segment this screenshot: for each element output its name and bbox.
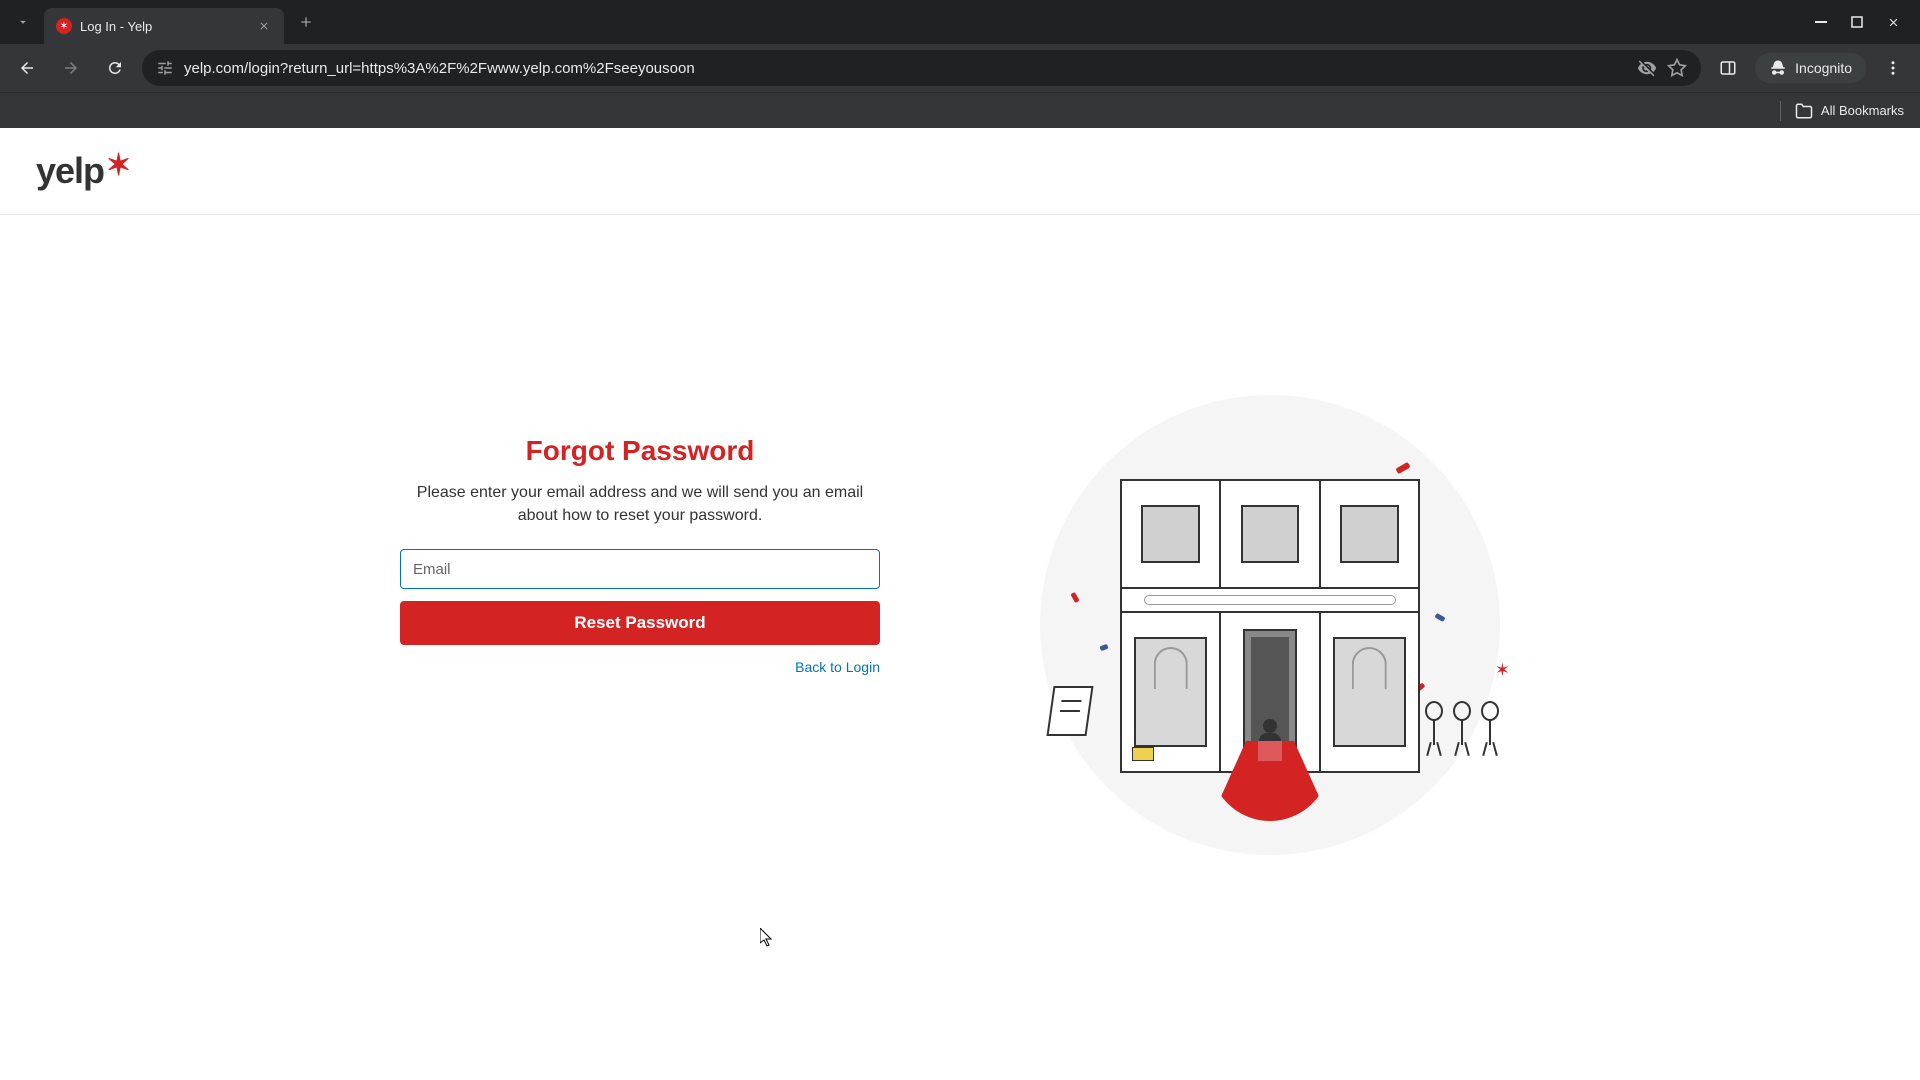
sandwich-board-sign [1050, 686, 1105, 751]
close-icon [258, 20, 270, 32]
dots-vertical-icon [1884, 59, 1902, 77]
back-to-login-link[interactable]: Back to Login [400, 659, 880, 675]
window-controls [1815, 16, 1912, 29]
awning [1120, 587, 1420, 613]
maximize-icon [1851, 16, 1863, 28]
confetti-icon [1434, 613, 1445, 622]
confetti-icon [1395, 462, 1410, 474]
arrow-right-icon [62, 59, 80, 77]
tracking-protection-button[interactable] [1637, 58, 1657, 78]
bookmarks-bar: All Bookmarks [0, 92, 1920, 128]
browser-tab-strip: Log In - Yelp [0, 0, 1920, 44]
close-window-button[interactable] [1887, 16, 1900, 29]
yellow-patch [1132, 747, 1154, 761]
yelp-header: yelp ✶ [0, 128, 1920, 215]
side-panel-button[interactable] [1711, 51, 1745, 85]
shop-window [1134, 637, 1207, 748]
tab-title: Log In - Yelp [80, 19, 256, 34]
main-content: Forgot Password Please enter your email … [260, 215, 1660, 915]
plus-icon [298, 14, 314, 30]
page-content: yelp ✶ Forgot Password Please enter your… [0, 128, 1920, 1080]
illustration-column: ✶ [1020, 275, 1520, 855]
shop-window [1333, 637, 1406, 748]
window-pane [1241, 505, 1299, 563]
site-info-button[interactable] [156, 59, 174, 77]
folder-icon [1795, 102, 1813, 120]
browser-toolbar: yelp.com/login?return_url=https%3A%2F%2F… [0, 44, 1920, 92]
bookmark-button[interactable] [1667, 58, 1687, 78]
form-subtitle: Please enter your email address and we w… [400, 481, 880, 527]
arrow-left-icon [18, 59, 36, 77]
reload-button[interactable] [98, 51, 132, 85]
divider [1780, 101, 1781, 121]
incognito-label: Incognito [1795, 60, 1852, 76]
email-field[interactable] [400, 549, 880, 589]
forward-button[interactable] [54, 51, 88, 85]
all-bookmarks-button[interactable]: All Bookmarks [1795, 102, 1904, 120]
people-icons [1424, 701, 1500, 756]
star-icon [1667, 58, 1687, 78]
yelp-burst-decoration: ✶ [1495, 660, 1510, 681]
reset-password-button[interactable]: Reset Password [400, 601, 880, 645]
window-pane [1141, 505, 1199, 563]
confetti-icon [1070, 592, 1079, 603]
browser-menu-button[interactable] [1876, 51, 1910, 85]
window-pane [1340, 505, 1398, 563]
person-icon [1480, 701, 1500, 756]
yelp-favicon [56, 18, 72, 34]
storefront-illustration: ✶ [1040, 395, 1500, 855]
cursor-icon [760, 928, 774, 948]
browser-tab-active[interactable]: Log In - Yelp [44, 8, 284, 44]
back-button[interactable] [10, 51, 44, 85]
forgot-password-form: Forgot Password Please enter your email … [400, 275, 880, 855]
chevron-down-icon [16, 15, 30, 29]
incognito-icon [1769, 59, 1787, 77]
reload-icon [106, 59, 124, 77]
person-icon [1452, 701, 1472, 756]
minimize-button[interactable] [1815, 16, 1827, 29]
new-tab-button[interactable] [292, 8, 320, 36]
form-title: Forgot Password [400, 435, 880, 467]
tab-search-dropdown[interactable] [8, 7, 38, 37]
tune-icon [156, 59, 174, 77]
maximize-button[interactable] [1851, 16, 1863, 29]
url-text: yelp.com/login?return_url=https%3A%2F%2F… [184, 60, 1627, 77]
yelp-burst-icon: ✶ [106, 148, 130, 183]
address-bar[interactable]: yelp.com/login?return_url=https%3A%2F%2F… [142, 50, 1701, 86]
incognito-badge[interactable]: Incognito [1755, 53, 1866, 83]
person-icon [1424, 701, 1444, 756]
yelp-logo-link[interactable]: yelp ✶ [36, 150, 1884, 192]
yelp-logo-text: yelp [36, 150, 104, 192]
eye-off-icon [1637, 58, 1657, 78]
close-icon [1887, 16, 1900, 29]
close-tab-button[interactable] [256, 18, 272, 34]
panel-icon [1719, 59, 1737, 77]
building-illustration: ✶ [1120, 479, 1420, 771]
confetti-icon [1099, 644, 1108, 651]
upper-floor [1120, 479, 1420, 589]
all-bookmarks-label: All Bookmarks [1821, 103, 1904, 118]
minimize-icon [1815, 16, 1827, 28]
